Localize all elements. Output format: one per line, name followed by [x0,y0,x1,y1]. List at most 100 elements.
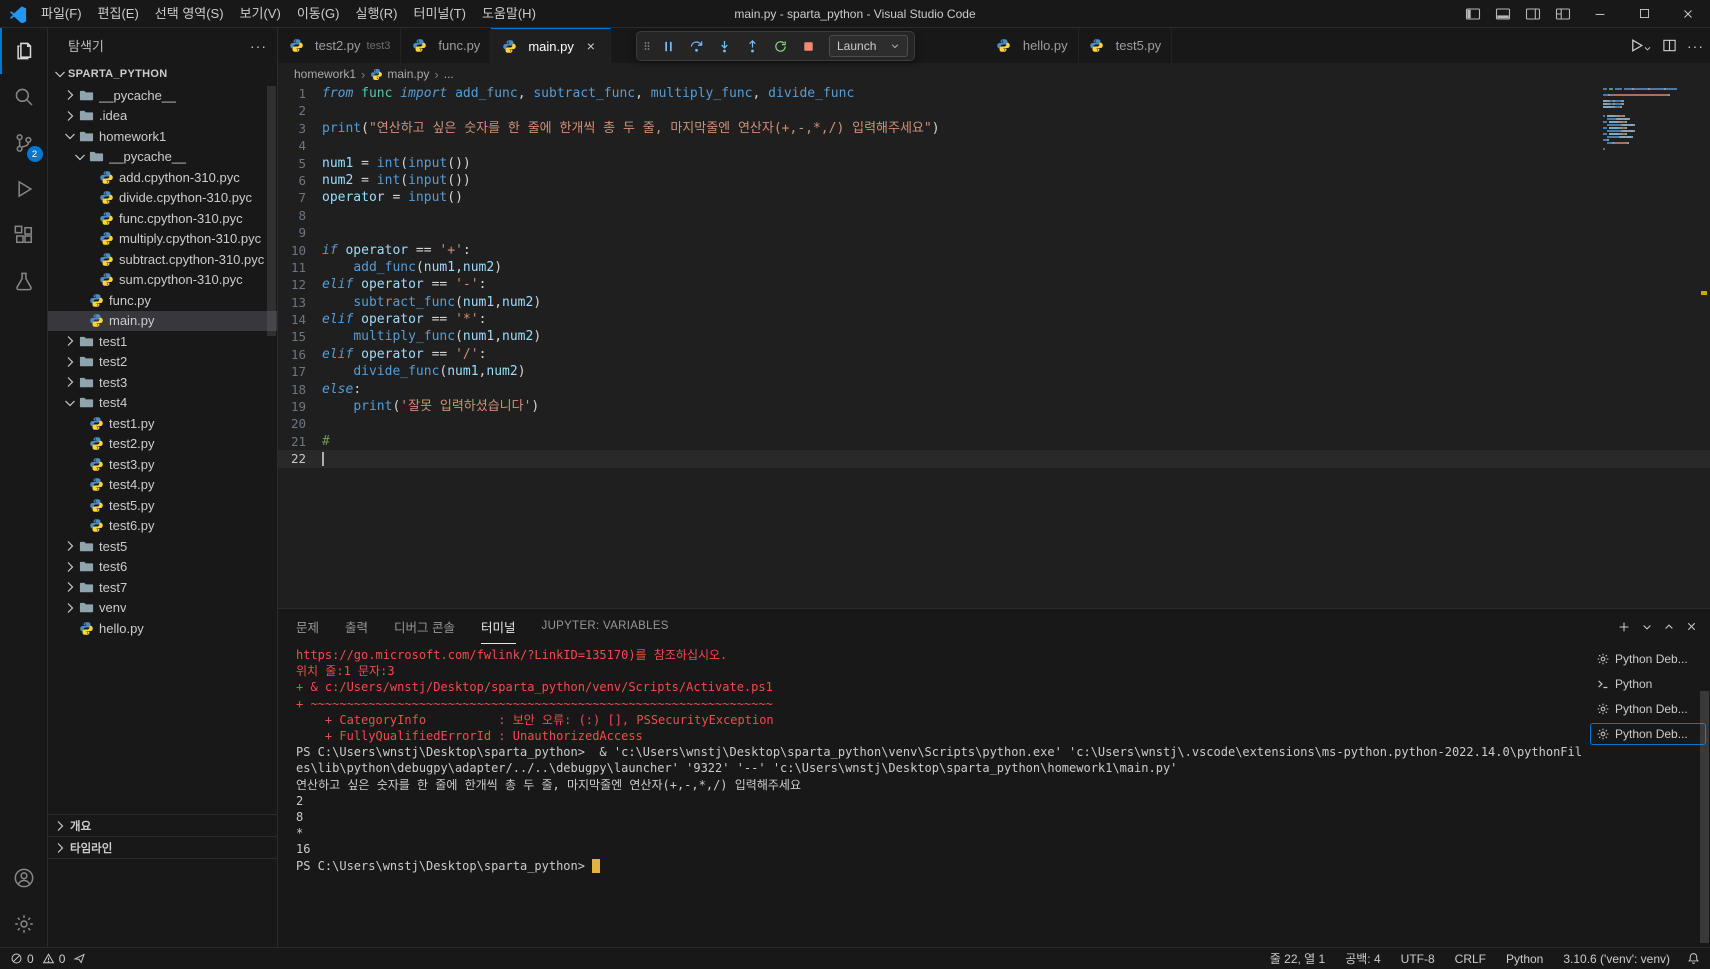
tree-item-func.py[interactable]: func.py [48,290,277,311]
tree-item-__pycache__[interactable]: __pycache__ [48,85,277,106]
terminal-instance-1[interactable]: Python [1590,673,1706,695]
panel-tab-터미널[interactable]: 터미널 [481,609,516,644]
tree-item-SPARTA_PYTHON[interactable]: SPARTA_PYTHON [48,63,277,85]
customize-layout-icon[interactable] [1548,0,1578,28]
terminal-instance-3[interactable]: Python Deb... [1590,723,1706,745]
debug-pause-button[interactable] [655,33,681,59]
status-item-5[interactable]: 3.10.6 ('venv': venv) [1558,952,1675,966]
tree-item-test1.py[interactable]: test1.py [48,413,277,434]
activitybar-run-debug[interactable] [0,166,48,212]
status-item-0[interactable]: 줄 22, 열 1 [1265,950,1330,967]
more-actions-icon[interactable]: ··· [1687,38,1704,54]
sidebar-scrollbar[interactable] [267,86,276,336]
menu-item-5[interactable]: 실행(R) [348,3,406,25]
tree-item-test3.py[interactable]: test3.py [48,454,277,475]
activitybar-extensions[interactable] [0,212,48,258]
menu-item-0[interactable]: 파일(F) [33,3,90,25]
more-actions-icon[interactable]: ··· [250,38,267,54]
menu-item-6[interactable]: 터미널(T) [405,3,473,25]
problems-status[interactable]: 0 0 [10,952,65,966]
tree-item-test5[interactable]: test5 [48,536,277,557]
tree-item-venv[interactable]: venv [48,598,277,619]
breadcrumb-folder[interactable]: homework1 [294,67,356,81]
status-item-4[interactable]: Python [1501,952,1548,966]
toggle-sidebar-icon[interactable] [1458,0,1488,28]
feedback-icon[interactable] [73,952,86,965]
terminal-dropdown-icon[interactable] [1641,621,1653,633]
debug-stop-button[interactable] [795,33,821,59]
tree-item-test6.py[interactable]: test6.py [48,516,277,537]
new-terminal-button[interactable] [1617,620,1631,634]
activitybar-source-control[interactable]: 2 [0,120,48,166]
activitybar-explorer[interactable] [0,28,48,74]
tab-hello.py[interactable]: hello.py [985,28,1079,63]
panel-tab-문제[interactable]: 문제 [296,609,319,644]
tab-test5.py[interactable]: test5.py [1078,28,1173,63]
tree-item-divide.cpython-310.pyc[interactable]: divide.cpython-310.pyc [48,188,277,209]
debug-step-out-button[interactable] [739,33,765,59]
tree-item-test5.py[interactable]: test5.py [48,495,277,516]
breadcrumb-symbol[interactable]: ... [444,67,454,81]
tree-item-test7[interactable]: test7 [48,577,277,598]
status-item-3[interactable]: CRLF [1450,952,1491,966]
tree-item-add.cpython-310.pyc[interactable]: add.cpython-310.pyc [48,167,277,188]
panel-tab-JUPYTER: VARIABLES[interactable]: JUPYTER: VARIABLES [542,609,669,644]
activitybar-settings[interactable] [0,901,48,947]
activitybar-account[interactable] [0,855,48,901]
tree-item-multiply.cpython-310.pyc[interactable]: multiply.cpython-310.pyc [48,229,277,250]
tree-item-func.cpython-310.pyc[interactable]: func.cpython-310.pyc [48,208,277,229]
minimap[interactable] [1603,88,1695,154]
tree-item-test2.py[interactable]: test2.py [48,434,277,455]
panel-tab-디버그 콘솔[interactable]: 디버그 콘솔 [394,609,455,644]
status-item-2[interactable]: UTF-8 [1396,952,1440,966]
terminal-output[interactable]: https://go.microsoft.com/fwlink/?LinkID=… [278,644,1588,947]
drag-handle[interactable] [643,38,651,54]
toggle-secondary-sidebar-icon[interactable] [1518,0,1548,28]
close-tab-icon[interactable]: × [582,38,600,54]
tree-item-main.py[interactable]: main.py [48,310,277,331]
tree-item-test4.py[interactable]: test4.py [48,475,277,496]
tree-item-__pycache__[interactable]: __pycache__ [48,147,277,168]
maximize-panel-button[interactable] [1663,621,1675,633]
tree-item-test2[interactable]: test2 [48,352,277,373]
maximize-button[interactable] [1622,0,1666,28]
tree-item-hello.py[interactable]: hello.py [48,618,277,639]
timeline-section[interactable]: 타임라인 [48,837,277,859]
debug-restart-button[interactable] [767,33,793,59]
menu-item-2[interactable]: 선택 영역(S) [147,3,232,25]
debug-step-over-button[interactable] [683,33,709,59]
tree-item-test6[interactable]: test6 [48,557,277,578]
menu-item-4[interactable]: 이동(G) [289,3,348,25]
tree-item-subtract.cpython-310.pyc[interactable]: subtract.cpython-310.pyc [48,249,277,270]
terminal-instance-2[interactable]: Python Deb... [1590,698,1706,720]
terminal-instance-0[interactable]: Python Deb... [1590,648,1706,670]
tree-item-homework1[interactable]: homework1 [48,126,277,147]
tree-item-test3[interactable]: test3 [48,372,277,393]
code-editor[interactable]: 1 from func import add_func, subtract_fun… [278,85,1710,608]
terminal-scrollbar[interactable] [1700,691,1709,943]
split-editor-button[interactable] [1662,38,1677,53]
menu-item-7[interactable]: 도움말(H) [474,3,544,25]
debug-step-into-button[interactable] [711,33,737,59]
run-python-file-button[interactable] [1628,37,1652,54]
menu-item-3[interactable]: 보기(V) [232,3,289,25]
tree-item-.idea[interactable]: .idea [48,106,277,127]
tree-item-test4[interactable]: test4 [48,393,277,414]
tree-item-sum.cpython-310.pyc[interactable]: sum.cpython-310.pyc [48,270,277,291]
menu-item-1[interactable]: 편집(E) [90,3,147,25]
launch-config-dropdown[interactable]: Launch [829,35,909,57]
tree-item-test1[interactable]: test1 [48,331,277,352]
panel-tab-출력[interactable]: 출력 [345,609,368,644]
close-panel-button[interactable] [1685,620,1698,633]
bell-icon[interactable] [1687,952,1700,965]
activitybar-search[interactable] [0,74,48,120]
tab-test2.py[interactable]: test2.py test3 [278,28,402,63]
tab-func.py[interactable]: func.py [401,28,492,63]
minimize-button[interactable] [1578,0,1622,28]
status-item-1[interactable]: 공백: 4 [1340,950,1385,967]
outline-section[interactable]: 개요 [48,815,277,837]
tab-main.py[interactable]: main.py × [491,28,611,63]
activitybar-testing[interactable] [0,258,48,304]
breadcrumb-file[interactable]: main.py [370,67,429,81]
close-window-button[interactable] [1666,0,1710,28]
